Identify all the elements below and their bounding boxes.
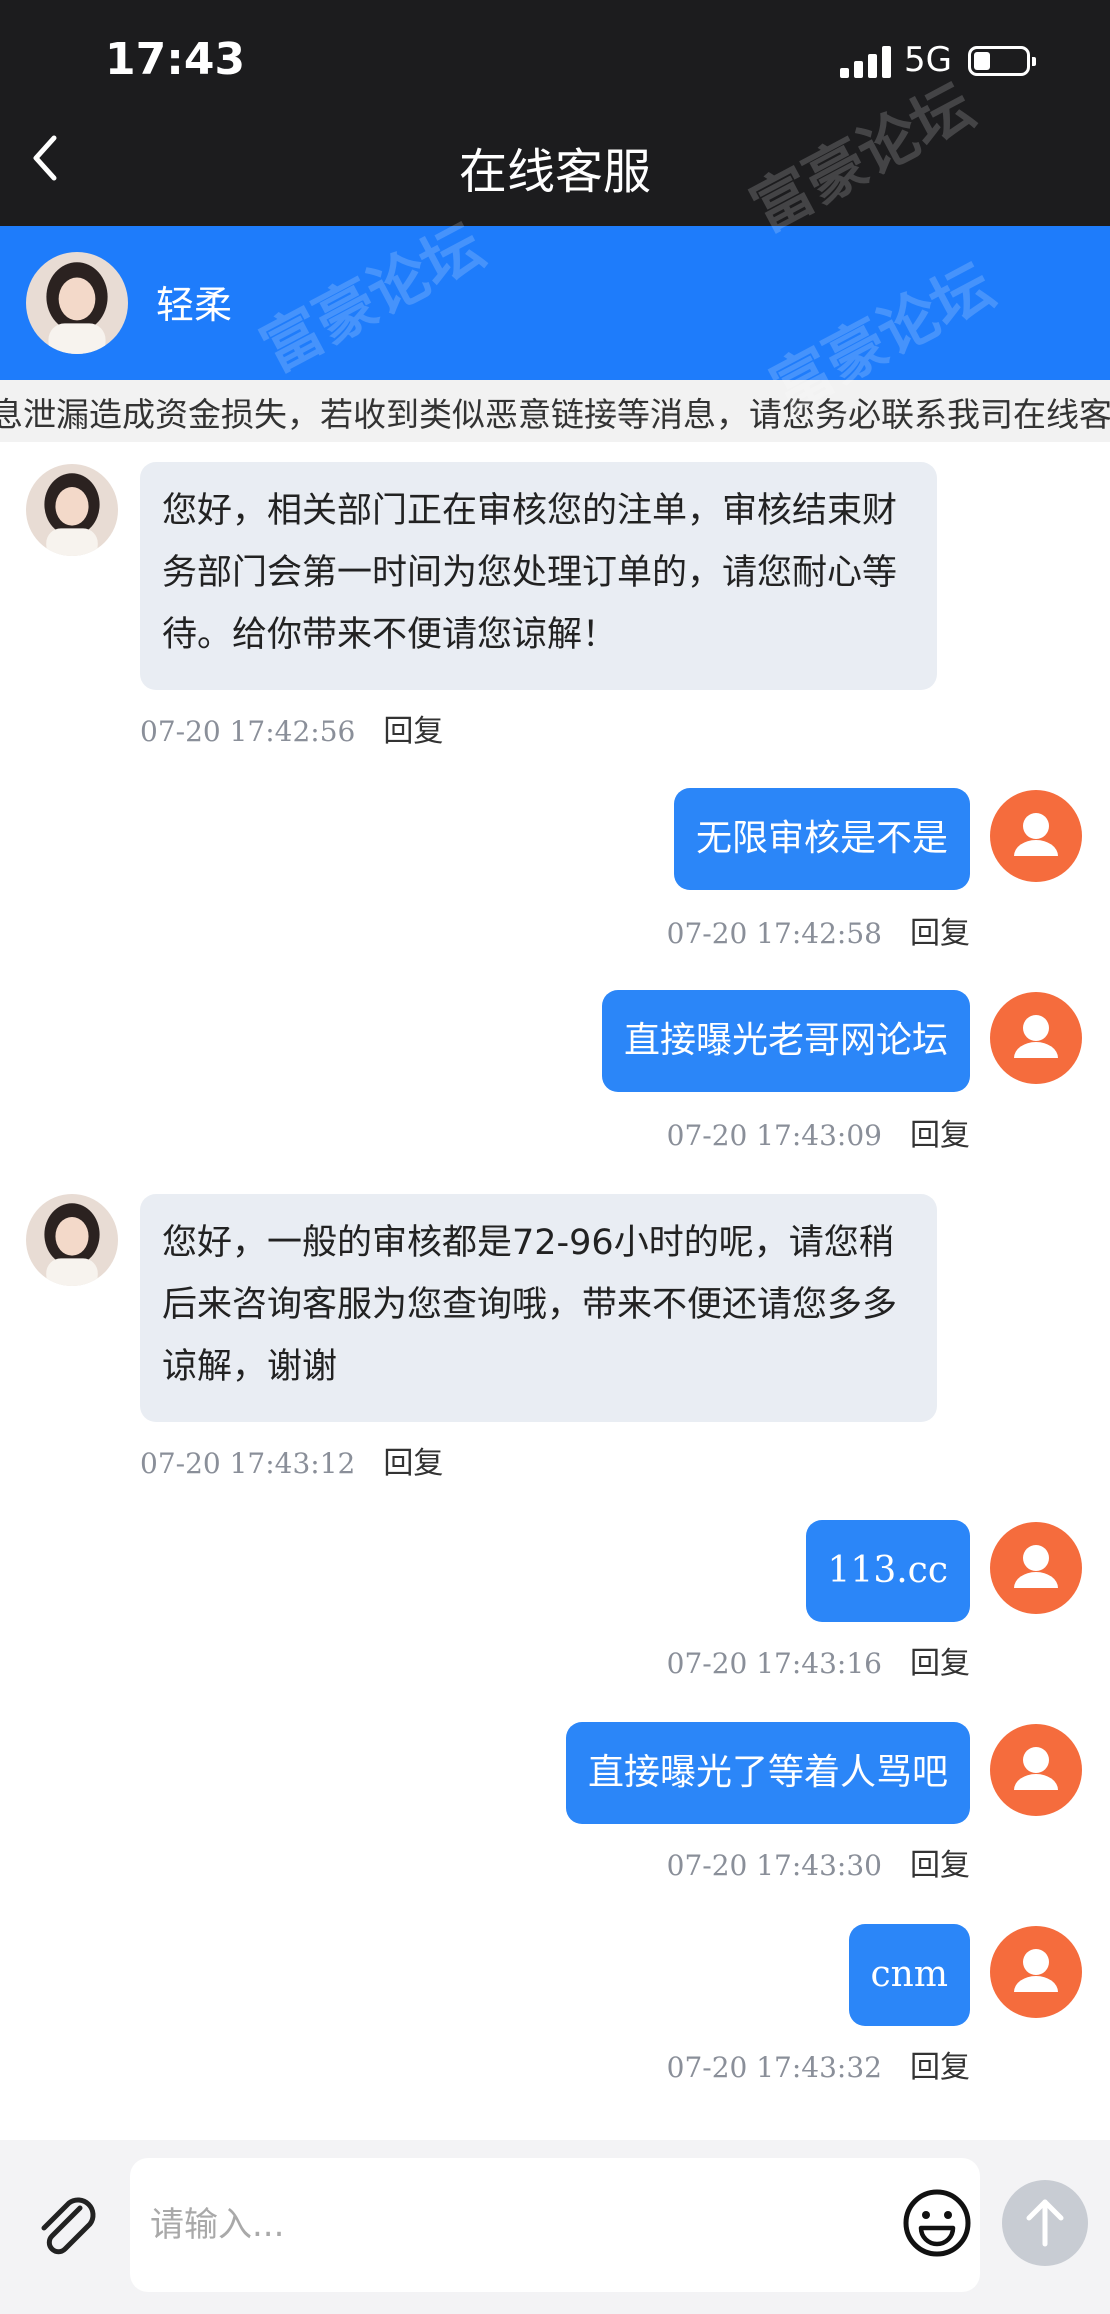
page-title: 在线客服 [458,144,651,200]
message-meta: 07-20 17:43:16 回复 [667,1638,970,1682]
chat-area[interactable]: 您好，相关部门正在审核您的注单，审核结束财务部门会第一时间为您处理订单的，请您耐… [0,442,1110,2140]
reply-link[interactable]: 回复 [383,1446,443,1481]
reply-link[interactable]: 回复 [910,2050,970,2085]
reply-link[interactable]: 回复 [910,1118,970,1153]
message-time: 07-20 17:43:12 [140,1447,356,1480]
battery-icon [968,46,1036,76]
message-time: 07-20 17:42:56 [140,715,356,748]
user-silhouette-icon [1014,1015,1058,1058]
smiley-icon [903,2189,971,2257]
user-avatar [990,992,1082,1084]
message-bubble-agent: 您好，一般的审核都是72-96小时的呢，请您稍后来咨询客服为您查询哦，带来不便还… [140,1194,937,1422]
agent-name: 轻柔 [156,283,233,327]
message-meta: 07-20 17:43:32 回复 [667,2042,970,2086]
message-meta: 07-20 17:42:58 回复 [667,908,970,952]
agent-avatar-small [26,464,118,556]
top-bar: 17:43 5G 在线客服 [0,0,1110,226]
message-meta: 07-20 17:43:09 回复 [667,1110,970,1154]
message-time: 07-20 17:43:16 [666,1647,882,1680]
user-silhouette-icon [1014,1545,1058,1588]
reply-link[interactable]: 回复 [383,714,443,749]
message-bubble-user: cnm [848,1924,970,2026]
user-avatar [990,1926,1082,2018]
reply-link[interactable]: 回复 [910,916,970,951]
message-bubble-user: 113.cc [805,1520,970,1622]
message-meta: 07-20 17:42:56 回复 [140,706,443,750]
agent-avatar[interactable] [26,252,128,354]
user-avatar [990,1724,1082,1816]
message-bubble-user: 直接曝光了等着人骂吧 [565,1722,970,1824]
message-time: 07-20 17:42:58 [666,917,882,950]
message-input[interactable] [130,2158,980,2292]
message-time: 07-20 17:43:09 [666,1119,882,1152]
user-silhouette-icon [1014,1747,1058,1790]
user-avatar [990,1522,1082,1614]
reply-link[interactable]: 回复 [910,1646,970,1681]
message-time: 07-20 17:43:32 [666,2051,882,2084]
attach-button[interactable] [28,2188,106,2266]
agent-avatar-small [26,1194,118,1286]
paperclip-icon [41,2197,96,2255]
user-silhouette-icon [1014,1949,1058,1992]
status-time: 17:43 [105,34,246,85]
emoji-button[interactable] [900,2186,974,2260]
user-avatar [990,790,1082,882]
reply-link[interactable]: 回复 [910,1848,970,1883]
message-time: 07-20 17:43:30 [666,1849,882,1882]
send-button[interactable] [1002,2180,1088,2266]
message-bubble-agent: 您好，相关部门正在审核您的注单，审核结束财务部门会第一时间为您处理订单的，请您耐… [140,462,937,690]
message-meta: 07-20 17:43:12 回复 [140,1438,443,1482]
message-bubble-user: 无限审核是不是 [673,788,970,890]
notice-marquee: 息泄漏造成资金损失，若收到类似恶意链接等消息，请您务必联系我司在线客 [0,380,1110,442]
signal-icon [840,46,892,78]
network-type: 5G [904,40,952,80]
message-meta: 07-20 17:43:30 回复 [667,1840,970,1884]
arrow-up-icon [1026,2199,1064,2247]
user-silhouette-icon [1014,813,1058,856]
input-bar [0,2140,1110,2314]
notice-text: 息泄漏造成资金损失，若收到类似恶意链接等消息，请您务必联系我司在线客 [0,395,1110,434]
message-bubble-user: 直接曝光老哥网论坛 [601,990,970,1092]
